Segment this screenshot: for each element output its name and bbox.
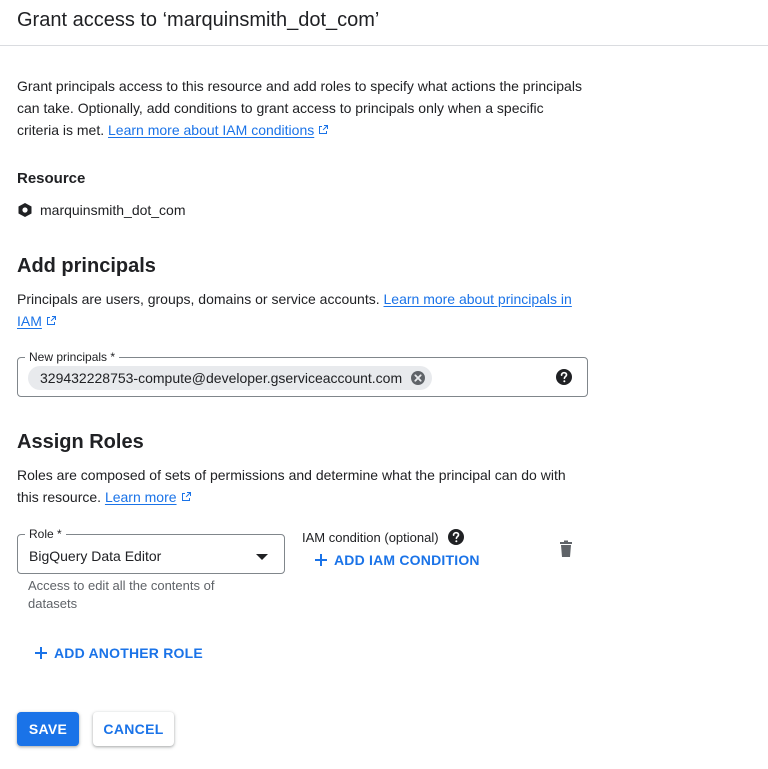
new-principals-field[interactable]: New principals * 329432228753-compute@de… — [17, 349, 588, 397]
dropdown-arrow-icon — [256, 554, 268, 560]
help-circle-icon[interactable] — [555, 368, 573, 386]
plus-icon — [314, 553, 328, 567]
add-principals-title: Add principals — [17, 255, 156, 277]
learn-more-iam-conditions-link[interactable]: Learn more about IAM conditions — [108, 122, 329, 138]
add-another-role-label: ADD ANOTHER ROLE — [54, 645, 203, 661]
dialog-header: Grant access to ‘marquinsmith_dot_com’ — [0, 0, 768, 46]
external-link-icon — [317, 120, 329, 142]
save-button[interactable]: SAVE — [17, 712, 79, 746]
cancel-button[interactable]: CANCEL — [93, 712, 174, 746]
add-iam-condition-label: ADD IAM CONDITION — [334, 552, 480, 568]
external-link-icon — [45, 311, 57, 333]
trash-icon[interactable] — [558, 540, 574, 558]
help-circle-icon[interactable] — [447, 528, 465, 546]
resource-label: Resource — [17, 170, 86, 187]
plus-icon — [34, 646, 48, 660]
assign-roles-description: Roles are composed of sets of permission… — [17, 464, 587, 509]
role-hint: Access to edit all the contents of datas… — [28, 578, 215, 611]
intro-paragraph: Grant principals access to this resource… — [17, 75, 587, 142]
learn-more-roles-link[interactable]: Learn more — [105, 489, 192, 505]
role-field-label: Role * — [25, 526, 66, 542]
external-link-icon — [180, 487, 192, 509]
iam-condition-label-row: IAM condition (optional) — [302, 528, 465, 546]
new-principals-label: New principals * — [25, 349, 120, 365]
learn-more-iam-conditions-label: Learn more about IAM conditions — [108, 122, 315, 138]
resource-row: marquinsmith_dot_com — [17, 200, 186, 220]
project-hexagon-icon — [17, 202, 33, 218]
principal-chip[interactable]: 329432228753-compute@developer.gservicea… — [28, 366, 433, 390]
add-another-role-button[interactable]: ADD ANOTHER ROLE — [34, 645, 203, 661]
add-principals-text: Principals are users, groups, domains or… — [17, 291, 380, 307]
assign-roles-text: Roles are composed of sets of permission… — [17, 467, 566, 505]
assign-roles-title: Assign Roles — [17, 431, 144, 453]
principal-chip-label: 329432228753-compute@developer.gservicea… — [40, 370, 403, 386]
chip-remove-icon[interactable] — [410, 370, 426, 386]
role-select[interactable]: Role * BigQuery Data Editor — [17, 526, 285, 574]
role-select-value: BigQuery Data Editor — [29, 548, 162, 564]
add-iam-condition-button[interactable]: ADD IAM CONDITION — [314, 552, 480, 568]
learn-more-roles-label: Learn more — [104, 489, 177, 505]
dialog-title: Grant access to ‘marquinsmith_dot_com’ — [17, 9, 380, 31]
iam-condition-label: IAM condition (optional) — [302, 529, 439, 545]
resource-name: marquinsmith_dot_com — [40, 202, 186, 218]
add-principals-description: Principals are users, groups, domains or… — [17, 288, 587, 333]
